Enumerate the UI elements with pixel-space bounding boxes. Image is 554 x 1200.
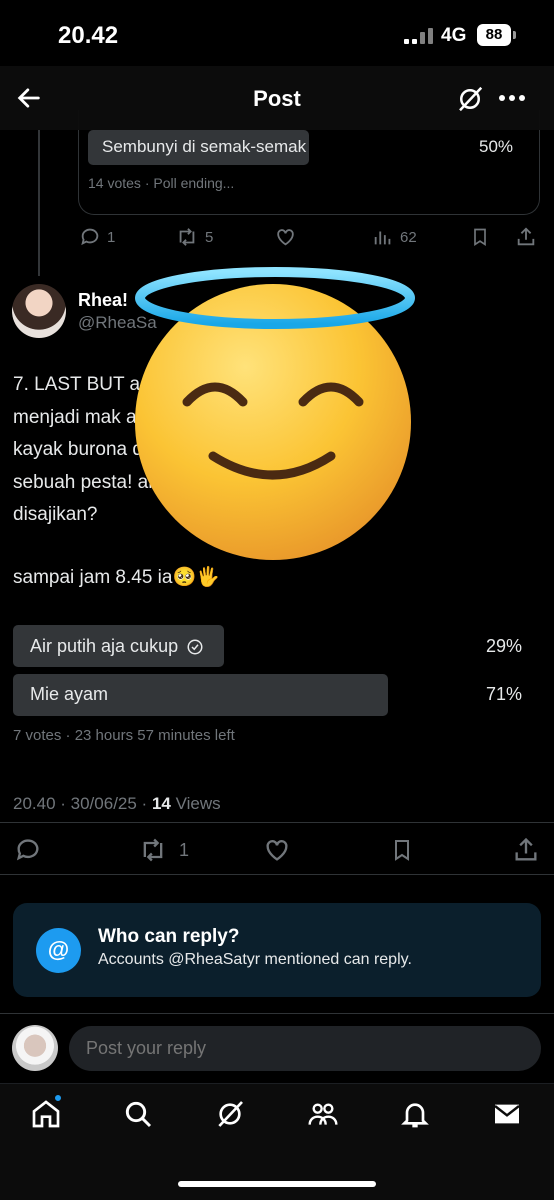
poll-option-1-percent: 29% xyxy=(486,636,523,656)
messages-icon xyxy=(494,1104,520,1124)
thread-line xyxy=(38,130,40,276)
poll-meta: 7 votes · 23 hours 57 minutes left xyxy=(13,727,235,744)
share-icon xyxy=(515,837,537,861)
network-type: 4G xyxy=(441,25,467,46)
author-avatar[interactable] xyxy=(12,284,66,338)
previous-repost-button[interactable]: 5 xyxy=(175,226,213,248)
my-avatar[interactable] xyxy=(12,1025,58,1071)
battery-cap xyxy=(513,31,516,39)
previous-share-button[interactable] xyxy=(515,226,537,248)
previous-reply-button[interactable]: 1 xyxy=(79,226,115,248)
battery-icon: 88 xyxy=(477,24,511,46)
who-can-reply-card xyxy=(13,903,541,997)
like-button[interactable] xyxy=(262,836,292,864)
previous-poll-meta: 14 votes · Poll ending... xyxy=(88,175,235,191)
post-timestamp: 20.40 · 30/06/25 · 14 Views xyxy=(13,794,221,814)
communities-icon xyxy=(308,1103,338,1125)
poll-option-2-percent: 71% xyxy=(486,684,523,704)
tab-search[interactable] xyxy=(122,1098,154,1130)
notifications-icon xyxy=(401,1103,429,1128)
reply-button[interactable] xyxy=(14,836,42,864)
more-button[interactable] xyxy=(499,95,525,101)
halo-smiling-emoji xyxy=(135,267,415,560)
more-icon xyxy=(499,95,505,101)
share-icon xyxy=(517,227,535,246)
who-can-reply-subtitle: Accounts @RheaSatyr mentioned can reply. xyxy=(98,951,412,968)
repost-button[interactable]: 1 xyxy=(137,836,189,864)
views-label: Views xyxy=(170,794,221,813)
poll-option-2-label: Mie ayam xyxy=(30,684,109,704)
signal-icon xyxy=(404,28,433,44)
tab-grok[interactable] xyxy=(214,1098,246,1130)
tab-messages[interactable] xyxy=(491,1098,523,1130)
who-can-reply-title: Who can reply? xyxy=(98,926,240,947)
timestamp-text: 20.40 · 30/06/25 · xyxy=(13,794,152,813)
grok-button[interactable] xyxy=(455,84,485,114)
grok-tab-icon xyxy=(218,1101,243,1127)
search-icon xyxy=(125,1101,152,1128)
reply-icon xyxy=(81,228,99,246)
tab-communities[interactable] xyxy=(306,1098,340,1130)
repost-icon xyxy=(179,228,195,246)
bookmark-icon xyxy=(395,840,409,861)
bookmark-icon xyxy=(474,228,486,247)
previous-bookmark-button[interactable] xyxy=(470,226,490,248)
views-count: 14 xyxy=(151,794,171,813)
previous-like-button[interactable] xyxy=(274,226,297,248)
home-indicator[interactable] xyxy=(178,1181,376,1187)
repost-icon xyxy=(143,838,163,862)
tab-notifications[interactable] xyxy=(399,1098,431,1130)
like-icon xyxy=(277,229,294,246)
divider xyxy=(0,1013,554,1014)
poll-option-1-label: Air putih aja cukup xyxy=(30,636,179,656)
divider xyxy=(0,874,554,875)
divider xyxy=(0,822,554,823)
previous-repost-count: 5 xyxy=(205,228,214,246)
previous-reply-count: 1 xyxy=(107,228,116,246)
reply-icon xyxy=(16,839,39,861)
views-icon xyxy=(374,231,391,245)
share-button[interactable] xyxy=(512,836,540,864)
reply-input[interactable] xyxy=(69,1026,541,1071)
previous-views-button[interactable]: 62 xyxy=(372,226,417,248)
post-text-line2: sampai jam 8.45 ia🥺🖐 xyxy=(13,567,220,588)
previous-view-count: 62 xyxy=(400,228,417,246)
voted-check-icon xyxy=(187,639,203,654)
poll-option-1: Air putih aja cukup xyxy=(30,636,204,657)
like-icon xyxy=(266,840,288,861)
bookmark-button[interactable] xyxy=(390,836,414,864)
mention-icon: @ xyxy=(36,928,81,973)
previous-poll-option: Sembunyi di semak-semak xyxy=(102,137,307,156)
author-name[interactable]: Rhea! xyxy=(78,290,128,311)
grok-icon xyxy=(459,86,483,112)
status-time: 20.42 xyxy=(58,22,119,49)
previous-poll-percent: 50% xyxy=(479,137,514,156)
notification-dot xyxy=(53,1093,63,1103)
repost-count: 1 xyxy=(179,839,190,860)
